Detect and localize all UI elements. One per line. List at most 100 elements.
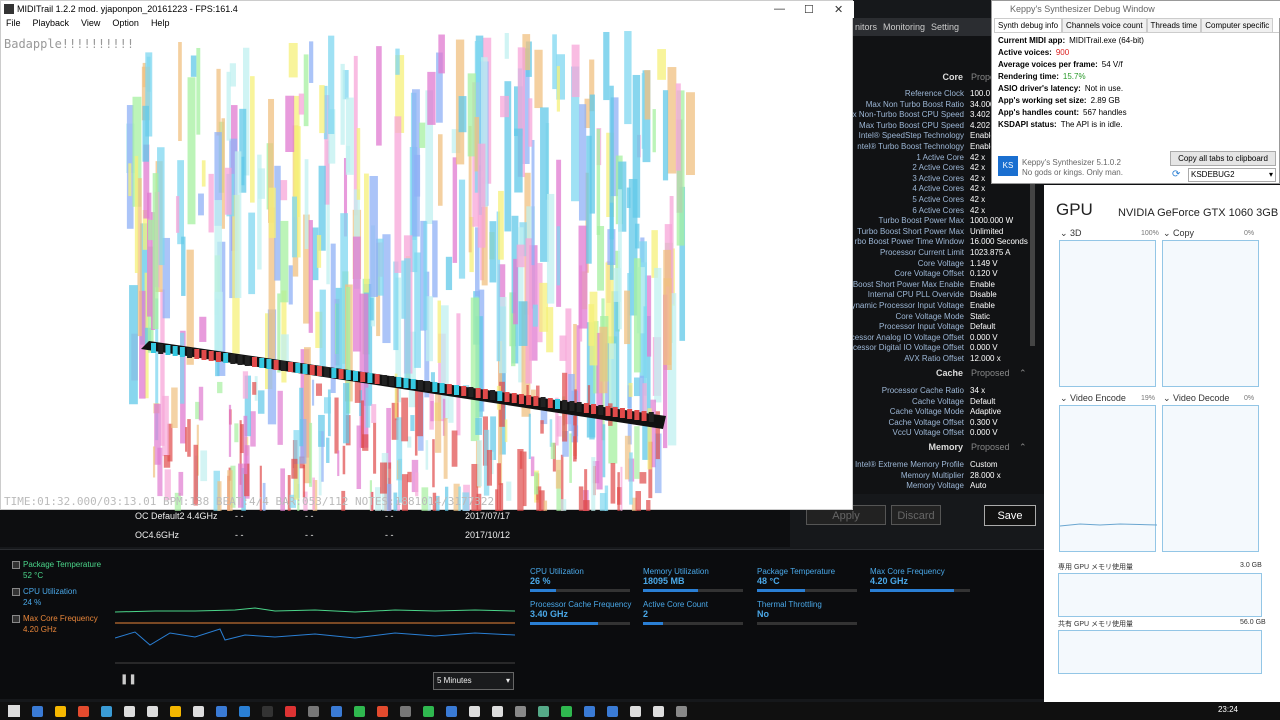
engine-name: Video Encode	[1070, 393, 1126, 403]
note-bar	[430, 400, 434, 422]
tab-synth-debug[interactable]: Synth debug info	[994, 18, 1063, 32]
menu-help[interactable]: Help	[151, 18, 170, 31]
info-value: 567 handles	[1083, 108, 1127, 117]
memory-max: 3.0 GB	[1240, 562, 1262, 569]
taskbar-app-icon[interactable]	[262, 705, 273, 717]
menu-file[interactable]: File	[6, 18, 21, 31]
refresh-icon[interactable]: ⟳	[1172, 169, 1180, 180]
maximize-icon[interactable]: ☐	[804, 3, 814, 16]
start-icon[interactable]	[8, 705, 20, 717]
profile-row[interactable]: OC Default2 4.4GHz - - - - - - 2017/07/17	[135, 511, 555, 525]
taskbar-app-icon[interactable]	[538, 705, 549, 717]
profile-name: OC Default2 4.4GHz	[135, 511, 218, 521]
piano-key	[605, 406, 611, 416]
taskbar-app-icon[interactable]	[446, 705, 457, 717]
property-value: Default	[970, 396, 996, 406]
note-bar	[620, 466, 623, 511]
save-button[interactable]: Save	[984, 505, 1036, 526]
chevron-up-icon[interactable]: ⌃	[1019, 368, 1027, 379]
note-bar	[268, 187, 276, 238]
tab-computer[interactable]: Computer specific	[1201, 18, 1274, 32]
piano-key	[490, 390, 496, 400]
taskbar-app-icon[interactable]	[147, 705, 158, 717]
taskbar-app-icon[interactable]	[285, 705, 296, 717]
menu-view[interactable]: View	[81, 18, 100, 31]
taskbar-app-icon[interactable]	[607, 705, 618, 717]
taskbar-app-icon[interactable]	[101, 705, 112, 717]
taskbar-app-icon[interactable]	[423, 705, 434, 717]
engine-percent: 100%	[1141, 230, 1159, 237]
minimize-icon[interactable]: —	[774, 3, 785, 15]
note-bar	[401, 260, 406, 319]
profile-row[interactable]: OC4.6GHz - - - - - - 2017/10/12	[135, 530, 555, 544]
note-bar	[499, 296, 507, 374]
menu-playback[interactable]: Playback	[33, 18, 70, 31]
ksdebug-select[interactable]: KSDEBUG2 ▾	[1188, 168, 1276, 182]
piano-roll-canvas[interactable]	[1, 31, 854, 511]
taskbar-app-icon[interactable]	[124, 705, 135, 717]
piano-key	[194, 349, 200, 359]
synth-tabs: Synth debug info Channels voice count Th…	[994, 18, 1279, 33]
taskbar-app-icon[interactable]	[331, 705, 342, 717]
note-bar	[257, 154, 262, 270]
tab-monitors[interactable]: nitors	[855, 22, 877, 32]
taskbar-app-icon[interactable]	[492, 705, 503, 717]
pause-icon[interactable]: ❚❚	[120, 674, 137, 686]
taskbar-app-icon[interactable]	[354, 705, 365, 717]
taskbar-app-icon[interactable]	[78, 705, 89, 717]
engine-graph	[1162, 405, 1259, 552]
property-value: 42 x	[970, 173, 986, 183]
taskbar-app-icon[interactable]	[653, 705, 664, 717]
tab-threads[interactable]: Threads time	[1146, 18, 1202, 32]
property-row: Boost Short Power Max Enable Enable	[853, 279, 1044, 290]
legend-checkbox[interactable]	[12, 588, 20, 596]
time-range-select[interactable]: 5 Minutes ▾	[433, 672, 514, 690]
property-row: 5 Active Cores 42 x	[853, 194, 1044, 205]
copy-button[interactable]: Copy all tabs to clipboard	[1170, 151, 1276, 166]
note-bar	[376, 46, 382, 146]
note-bar	[241, 156, 245, 186]
synth-info-line: Active voices: 900	[998, 48, 1069, 57]
taskbar-app-icon[interactable]	[193, 705, 204, 717]
note-bar	[617, 189, 622, 330]
note-bar	[652, 109, 656, 153]
legend-checkbox[interactable]	[12, 615, 20, 623]
property-name: ax Non-Turbo Boost CPU Speed	[853, 110, 964, 120]
tab-monitoring[interactable]: Monitoring	[883, 22, 925, 32]
note-bar	[578, 225, 588, 329]
property-value: 100.0	[970, 89, 991, 98]
property-value: Adaptive	[970, 407, 1002, 417]
legend-checkbox[interactable]	[12, 561, 20, 569]
piano-key	[158, 344, 164, 354]
taskbar-app-icon[interactable]	[584, 705, 595, 717]
tab-channels[interactable]: Channels voice count	[1062, 18, 1147, 32]
profiles-table: OC Default2 4.4GHz - - - - - - 2017/07/17 OC4…	[0, 509, 790, 547]
taskbar-app-icon[interactable]	[32, 705, 43, 717]
note-bar	[514, 128, 523, 193]
taskbar-app-icon[interactable]	[239, 705, 250, 717]
taskbar-app-icon[interactable]	[676, 705, 687, 717]
taskbar-app-icon[interactable]	[515, 705, 526, 717]
piano-key	[280, 361, 286, 371]
close-icon[interactable]: ✕	[834, 3, 843, 16]
property-name: ynamic Processor Input Voltage	[853, 301, 964, 310]
note-bar	[152, 173, 159, 330]
property-row: Memory Multiplier 28.000 x	[853, 470, 1044, 481]
chevron-up-icon[interactable]: ⌃	[1019, 442, 1027, 453]
taskbar-app-icon[interactable]	[469, 705, 480, 717]
taskbar-app-icon[interactable]	[170, 705, 181, 717]
taskbar-app-icon[interactable]	[216, 705, 227, 717]
tab-settings[interactable]: Setting	[931, 22, 959, 32]
discard-button[interactable]: Discard	[891, 505, 941, 525]
taskbar-app-icon[interactable]	[561, 705, 572, 717]
note-bar	[373, 422, 377, 474]
note-bar	[242, 371, 249, 399]
note-bar	[644, 70, 651, 120]
taskbar-app-icon[interactable]	[308, 705, 319, 717]
taskbar-app-icon[interactable]	[377, 705, 388, 717]
taskbar-app-icon[interactable]	[400, 705, 411, 717]
taskbar-app-icon[interactable]	[630, 705, 641, 717]
menu-option[interactable]: Option	[112, 18, 139, 31]
engine-percent: 0%	[1244, 395, 1255, 402]
taskbar-app-icon[interactable]	[55, 705, 66, 717]
